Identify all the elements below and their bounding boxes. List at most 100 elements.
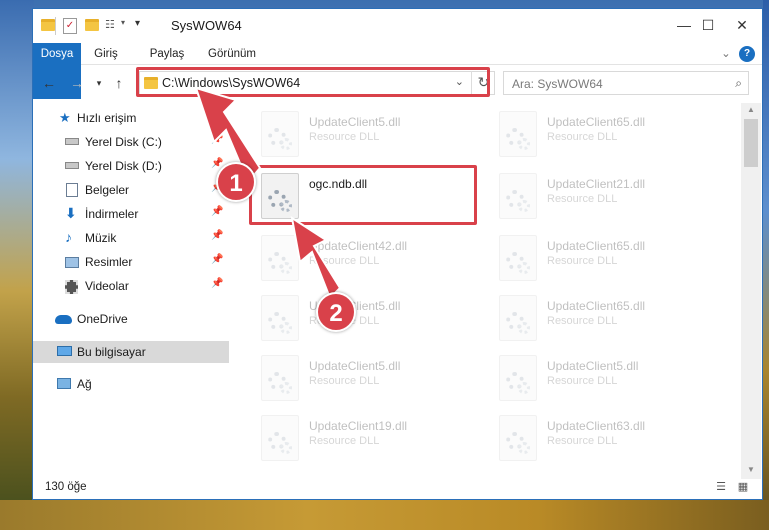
file-description: Resource DLL [547, 193, 618, 205]
sidebar-item-music[interactable]: ♪ Müzik 📌 [33, 227, 229, 249]
file-name: UpdateClient42.dll [309, 239, 408, 253]
scroll-up-icon[interactable]: ▲ [741, 105, 761, 114]
pin-icon[interactable]: 📌 [211, 206, 223, 217]
sidebar-item-onedrive[interactable]: OneDrive [33, 308, 229, 330]
item-count: 130 öğe [45, 481, 87, 493]
file-list: UpdateClient5.dll Resource DLL ogc.ndb.d… [251, 103, 741, 473]
file-description: Resource DLL [309, 375, 380, 387]
folder-icon [41, 19, 55, 31]
list-item[interactable]: UpdateClient42.dll Resource DLL [261, 235, 491, 291]
file-name: UpdateClient5.dll [309, 115, 401, 129]
sidebar-item-disk-c[interactable]: Yerel Disk (C:) 📌 [33, 131, 229, 153]
step-one-badge: 1 [216, 162, 256, 202]
network-icon [57, 378, 71, 389]
pin-icon[interactable]: 📌 [211, 254, 223, 265]
sidebar-item-label: Videolar [85, 279, 129, 293]
sidebar-item-disk-d[interactable]: Yerel Disk (D:) 📌 [33, 155, 229, 177]
dll-file-icon [499, 111, 537, 157]
sidebar-item-label: İndirmeler [85, 207, 139, 221]
file-name: UpdateClient65.dll [547, 239, 646, 253]
pin-icon[interactable]: 📌 [211, 134, 223, 145]
sidebar-item-this-pc[interactable]: Bu bilgisayar [33, 341, 229, 363]
ribbon-tabs: Dosya Giriş Paylaş Görünüm ⌄ ? [33, 43, 762, 99]
list-item[interactable]: UpdateClient65.dll Resource DLL [499, 111, 729, 167]
drive-icon [65, 162, 79, 169]
dll-file-icon [499, 415, 537, 461]
file-name: UpdateClient65.dll [547, 299, 646, 313]
list-item[interactable]: UpdateClient5.dll Resource DLL [261, 355, 491, 411]
help-icon[interactable]: ? [739, 46, 755, 62]
dll-file-icon [499, 295, 537, 341]
navigation-pane: ★ Hızlı erişim Yerel Disk (C:) 📌 Yerel D… [33, 103, 229, 473]
list-item[interactable]: UpdateClient63.dll Resource DLL [499, 415, 729, 471]
sidebar-item-network[interactable]: Ağ [33, 373, 229, 395]
properties-icon[interactable]: ✓ [63, 18, 77, 34]
address-highlight-box [136, 67, 490, 97]
large-icons-view-icon[interactable]: ▦ [735, 480, 751, 494]
ribbon-expand-icon[interactable]: ⌄ [717, 43, 735, 65]
status-bar: 130 öğe ☰ ▦ [33, 477, 762, 499]
sidebar-item-quick-access[interactable]: ★ Hızlı erişim [33, 107, 229, 129]
pin-icon[interactable]: 📌 [211, 230, 223, 241]
file-description: Resource DLL [309, 255, 380, 267]
recent-locations-button[interactable]: ▾ [89, 73, 109, 93]
tab-view[interactable]: Görünüm [201, 43, 263, 65]
dll-file-icon [261, 235, 299, 281]
view-options-icon[interactable]: ☷ [105, 18, 119, 32]
music-icon: ♪ [65, 229, 72, 245]
customize-toolbar-icon[interactable]: ▾ [135, 18, 140, 34]
video-icon [65, 280, 78, 294]
dll-file-icon [261, 355, 299, 401]
file-name: UpdateClient21.dll [547, 177, 646, 191]
new-folder-icon[interactable] [85, 19, 99, 31]
title-bar: ✓ ☷ ▾ ▾ SysWOW64 — ☐ ✕ [33, 9, 762, 43]
star-icon: ★ [59, 110, 71, 125]
sidebar-item-label: Yerel Disk (D:) [85, 159, 162, 173]
details-view-icon[interactable]: ☰ [713, 480, 729, 494]
scroll-down-icon[interactable]: ▼ [741, 465, 761, 474]
list-item[interactable]: UpdateClient65.dll Resource DLL [499, 295, 729, 351]
close-button[interactable]: ✕ [719, 9, 765, 41]
list-item[interactable]: UpdateClient5.dll Resource DLL [499, 355, 729, 411]
desktop-background-left [0, 0, 34, 530]
document-icon [66, 183, 78, 197]
drive-icon [65, 138, 79, 145]
cloud-icon [55, 315, 72, 324]
sidebar-item-downloads[interactable]: ⬇ İndirmeler 📌 [33, 203, 229, 225]
computer-icon [57, 346, 72, 356]
pin-icon[interactable]: 📌 [211, 278, 223, 289]
sidebar-item-label: Resimler [85, 255, 133, 269]
search-icon: ⌕ [735, 76, 742, 90]
sidebar-item-label: Hızlı erişim [77, 111, 137, 125]
list-item[interactable]: UpdateClient5.dll Resource DLL [261, 111, 491, 167]
list-item[interactable]: UpdateClient5.dll Resource DLL [261, 295, 491, 351]
sidebar-item-label: OneDrive [77, 312, 128, 326]
file-name: UpdateClient19.dll [309, 419, 408, 433]
desktop-background-bottom [0, 500, 769, 530]
back-button[interactable]: ← [39, 73, 59, 93]
sidebar-item-label: Müzik [85, 231, 117, 245]
sidebar-item-label: Belgeler [85, 183, 130, 197]
desktop-background-right [763, 0, 769, 530]
tab-share[interactable]: Paylaş [141, 43, 193, 65]
forward-button[interactable]: → [67, 73, 87, 93]
file-description: Resource DLL [547, 435, 618, 447]
list-item[interactable]: UpdateClient21.dll Resource DLL [499, 173, 729, 229]
tab-home[interactable]: Giriş [83, 43, 129, 65]
scrollbar-thumb[interactable] [744, 119, 758, 167]
list-item[interactable]: UpdateClient19.dll Resource DLL [261, 415, 491, 471]
dll-file-icon [261, 111, 299, 157]
vertical-scrollbar[interactable]: ▲ ▼ [741, 103, 761, 479]
dll-file-icon [261, 295, 299, 341]
sidebar-item-documents[interactable]: Belgeler 📌 [33, 179, 229, 201]
file-name: UpdateClient5.dll [309, 359, 401, 373]
search-input[interactable]: Ara: SysWOW64 ⌕ [503, 71, 749, 95]
sidebar-item-pictures[interactable]: Resimler 📌 [33, 251, 229, 273]
file-description: Resource DLL [547, 315, 618, 327]
sidebar-item-videos[interactable]: Videolar 📌 [33, 275, 229, 297]
dll-file-icon [261, 415, 299, 461]
picture-icon [65, 257, 79, 268]
up-button[interactable]: ↑ [109, 73, 129, 93]
chevron-down-icon[interactable]: ▾ [121, 18, 125, 34]
list-item[interactable]: UpdateClient65.dll Resource DLL [499, 235, 729, 291]
